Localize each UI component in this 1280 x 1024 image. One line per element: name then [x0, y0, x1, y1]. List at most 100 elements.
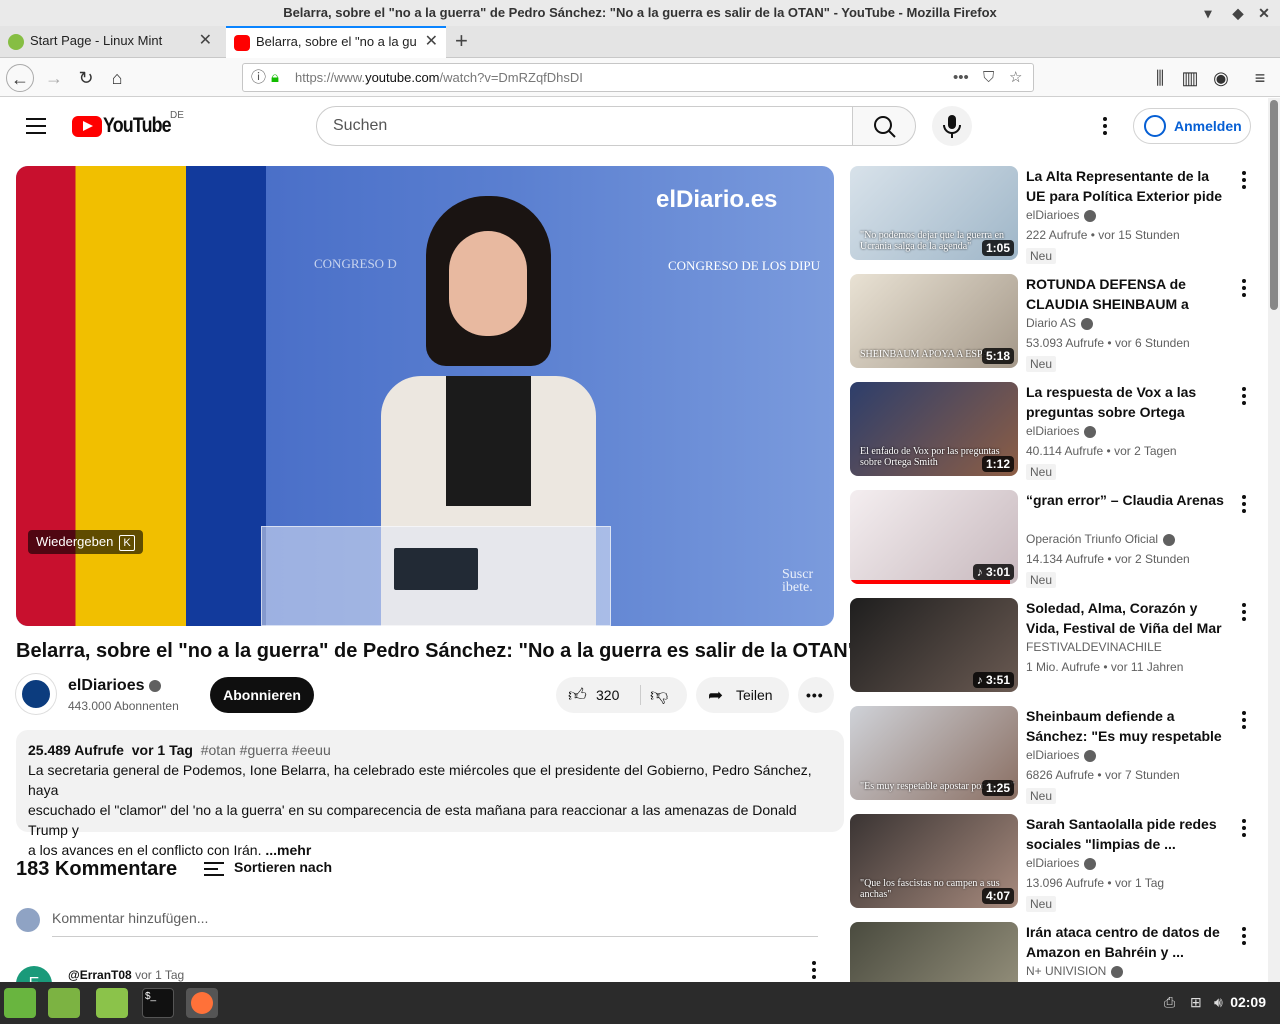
recommendation-card[interactable]: "No podemos dejar que la guerra en Ucran…	[850, 166, 1260, 264]
search-input[interactable]: Suchen	[316, 106, 853, 146]
recommendation-menu-icon[interactable]	[1242, 610, 1246, 614]
scrollbar-thumb[interactable]	[1270, 100, 1278, 310]
recommendation-menu-icon[interactable]	[1242, 394, 1246, 398]
back-icon[interactable]: ←	[6, 64, 34, 92]
recommendation-thumbnail[interactable]: SHEINBAUM APOYA A ESPA 5:18	[850, 274, 1018, 368]
recommendation-title[interactable]: La respuesta de Vox a las preguntas sobr…	[1026, 382, 1231, 422]
signin-button[interactable]: Anmelden	[1133, 108, 1251, 144]
recommendation-title[interactable]: Irán ataca centro de datos de Amazon en …	[1026, 922, 1231, 962]
printer-icon[interactable]: ⎙	[1164, 994, 1175, 1011]
recommendation-title[interactable]: “gran error” – Claudia Arenas	[1026, 490, 1231, 510]
subscribe-watermark[interactable]: Suscr ibete.	[782, 568, 813, 595]
close-tab-icon[interactable]: ✕	[199, 26, 212, 56]
recommendation-menu-icon[interactable]	[1242, 934, 1246, 938]
channel-avatar[interactable]	[16, 674, 56, 714]
page-actions-icon[interactable]: •••	[953, 64, 969, 91]
terminal-icon[interactable]: $_	[142, 988, 174, 1018]
comment-author[interactable]: @ErranT08 vor 1 Tag	[68, 968, 184, 982]
network-icon[interactable]: ⊞	[1190, 994, 1202, 1011]
library-icon[interactable]: ⫼	[1146, 64, 1174, 92]
recommendation-card[interactable]: ♪ 3:51 Soledad, Alma, Corazón y Vida, Fes…	[850, 598, 1260, 694]
recommendation-thumbnail[interactable]: LO MÁS RECIENTE	[850, 922, 1018, 982]
close-tab-icon[interactable]: ✕	[425, 28, 438, 56]
like-icon[interactable]: 👍︎	[568, 677, 587, 713]
info-icon[interactable]: ⓘ	[251, 64, 266, 91]
share-button[interactable]: ➦ Teilen	[696, 677, 789, 713]
dislike-icon[interactable]: 👎︎	[650, 677, 668, 713]
subscribe-button[interactable]: Abonnieren	[210, 677, 314, 713]
recommendation-thumbnail[interactable]: "Que los fascistas no campen a sus ancha…	[850, 814, 1018, 908]
menu-icon[interactable]: ≡	[1246, 64, 1274, 92]
recommendation-channel[interactable]: elDiarioes	[1026, 748, 1097, 762]
recommendation-menu-icon[interactable]	[1242, 502, 1246, 506]
recommendation-thumbnail[interactable]: "Es muy respetable apostar por la paz" 1:…	[850, 706, 1018, 800]
page-scrollbar[interactable]	[1268, 98, 1280, 982]
search-button[interactable]	[852, 106, 916, 146]
minimize-icon[interactable]: ▾	[1198, 3, 1218, 23]
recommendation-card[interactable]: El enfado de Vox por las preguntas sobre…	[850, 382, 1260, 480]
recommendation-thumbnail[interactable]: "No podemos dejar que la guerra en Ucran…	[850, 166, 1018, 260]
recommendation-title[interactable]: Sheinbaum defiende a Sánchez: "Es muy re…	[1026, 706, 1231, 746]
hashtags[interactable]: #otan #guerra #eeuu	[201, 742, 331, 758]
comment-input[interactable]: Kommentar hinzufügen...	[52, 910, 818, 937]
youtube-logo-icon[interactable]	[72, 116, 102, 137]
recommendation-card[interactable]: ♪ 3:01 “gran error” – Claudia Arenas Opera…	[850, 490, 1260, 588]
reload-icon[interactable]: ↻	[72, 64, 100, 92]
recommendation-thumbnail[interactable]: ♪ 3:51	[850, 598, 1018, 692]
recommendation-menu-icon[interactable]	[1242, 718, 1246, 722]
recommendation-channel[interactable]: elDiarioes	[1026, 424, 1097, 438]
video-player[interactable]: CONGRESO D CONGRESO DE LOS DIPU elDiario…	[16, 166, 834, 626]
description-box[interactable]: 25.489 Aufrufe vor 1 Tag #otan #guerra #…	[16, 730, 844, 858]
sidebar-icon[interactable]: ▥	[1176, 64, 1204, 92]
voice-search-button[interactable]	[932, 106, 972, 146]
recommendation-menu-icon[interactable]	[1242, 826, 1246, 830]
clock[interactable]: 02:09	[1230, 994, 1266, 1010]
recommendation-title[interactable]: Sarah Santaolalla pide redes sociales "l…	[1026, 814, 1231, 854]
mint-menu-icon[interactable]	[4, 988, 36, 1018]
taskbar: $_ ⎙ ⊞ 🔊︎ 02:09	[0, 982, 1280, 1024]
recommendation-channel[interactable]: elDiarioes	[1026, 208, 1097, 222]
recommendation-channel[interactable]: Operación Triunfo Oficial	[1026, 532, 1176, 546]
sort-icon[interactable]	[204, 862, 224, 876]
more-actions-button[interactable]: •••	[798, 677, 834, 713]
recommendation-channel[interactable]: FESTIVALDEVINACHILE	[1026, 640, 1162, 654]
account-icon[interactable]: ◉	[1207, 64, 1235, 92]
recommendation-channel[interactable]: N+ UNIVISION	[1026, 964, 1124, 978]
comment-author-avatar[interactable]: E	[16, 966, 52, 982]
guide-menu-icon[interactable]	[26, 118, 46, 134]
like-count[interactable]: 320	[596, 677, 619, 713]
recommendation-card[interactable]: LO MÁS RECIENTEIrán ataca centro de dato…	[850, 922, 1260, 982]
file-manager-icon[interactable]	[96, 988, 128, 1018]
recommendation-thumbnail[interactable]: ♪ 3:01	[850, 490, 1018, 584]
close-window-icon[interactable]: ✕	[1254, 3, 1274, 23]
comment-menu-icon[interactable]	[812, 968, 816, 972]
pocket-icon[interactable]: ⛉	[983, 64, 994, 91]
tab-start-page[interactable]: Start Page - Linux Mint ✕	[0, 26, 220, 58]
forward-icon[interactable]: →	[40, 64, 68, 92]
volume-icon[interactable]: 🔊︎	[1214, 994, 1223, 1011]
tab-youtube[interactable]: Belarra, sobre el "no a la gu ✕	[226, 26, 446, 58]
maximize-icon[interactable]: ◆	[1228, 3, 1248, 23]
recommendation-card[interactable]: "Que los fascistas no campen a sus ancha…	[850, 814, 1260, 912]
recommendation-thumbnail[interactable]: El enfado de Vox por las preguntas sobre…	[850, 382, 1018, 476]
recommendation-card[interactable]: "Es muy respetable apostar por la paz" 1:…	[850, 706, 1260, 804]
recommendation-title[interactable]: Soledad, Alma, Corazón y Vida, Festival …	[1026, 598, 1231, 638]
recommendation-menu-icon[interactable]	[1242, 178, 1246, 182]
settings-more-icon[interactable]	[1103, 124, 1107, 128]
show-more-link[interactable]: ...mehr	[265, 842, 311, 858]
show-desktop-icon[interactable]	[48, 988, 80, 1018]
url-bar[interactable]: ⓘ 🔒︎ https://www.youtube.com/watch?v=DmR…	[242, 63, 1034, 92]
channel-name[interactable]: elDiarioes	[68, 677, 162, 695]
recommendation-channel[interactable]: elDiarioes	[1026, 856, 1097, 870]
sort-button[interactable]: Sortieren nach	[234, 859, 332, 875]
youtube-wordmark[interactable]: YouTube	[103, 114, 172, 138]
recommendation-title[interactable]: ROTUNDA DEFENSA de CLAUDIA SHEINBAUM a P…	[1026, 274, 1231, 314]
home-icon[interactable]: ⌂	[103, 64, 131, 92]
recommendation-channel[interactable]: Diario AS	[1026, 316, 1094, 330]
recommendation-title[interactable]: La Alta Representante de la UE para Polí…	[1026, 166, 1231, 206]
recommendation-card[interactable]: SHEINBAUM APOYA A ESPA 5:18 ROTUNDA DEFENS…	[850, 274, 1260, 372]
firefox-taskbar-icon[interactable]	[186, 988, 218, 1018]
new-tab-icon[interactable]: +	[455, 26, 468, 56]
recommendation-menu-icon[interactable]	[1242, 286, 1246, 290]
bookmark-star-icon[interactable]: ☆	[1009, 64, 1022, 91]
